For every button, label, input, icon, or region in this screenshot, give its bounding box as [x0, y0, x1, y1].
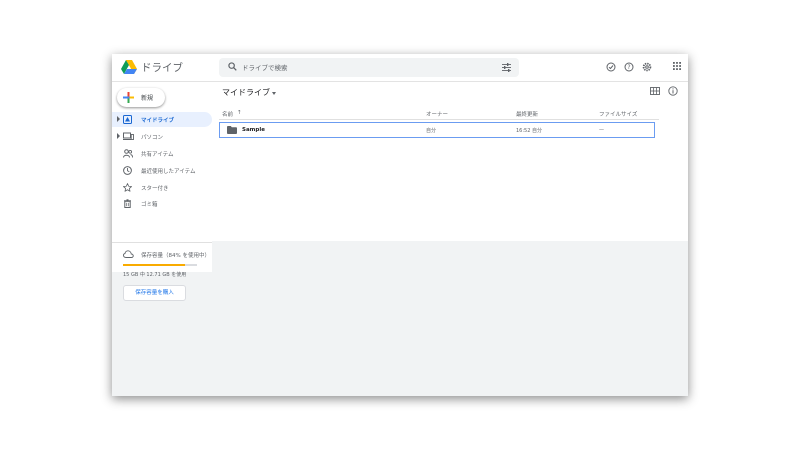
computer-icon [123, 132, 134, 140]
clock-icon [123, 166, 132, 175]
file-size: — [599, 126, 604, 133]
sort-arrow-icon[interactable]: ↑ [237, 110, 242, 116]
main-content: マイドライブ 名前 ↑ オーナー 最終更新 ファイルサイズ Sample 自分 … [219, 82, 688, 241]
drive-window: ドライブ ? [112, 54, 688, 396]
sidebar-item-label: マイドライブ [141, 118, 175, 124]
storage-usage-fill [123, 264, 186, 266]
search-input[interactable] [242, 60, 482, 75]
app-name[interactable]: ドライブ [141, 60, 183, 75]
sidebar-item-label: スター付き [141, 186, 169, 192]
sidebar-item-computers[interactable]: パソコン [112, 129, 212, 144]
chevron-down-icon[interactable] [272, 92, 276, 95]
shared-icon [123, 149, 133, 158]
sidebar-item-label: 最近使用したアイテム [141, 169, 196, 175]
buy-storage-button[interactable]: 保存容量を購入 [123, 285, 186, 301]
column-header-owner: オーナー [426, 112, 449, 118]
storage-usage-bar [123, 264, 197, 266]
page-title[interactable]: マイドライブ [222, 87, 270, 98]
sidebar-item-shared[interactable]: 共有アイテム [112, 146, 212, 161]
file-name[interactable]: Sample [242, 127, 265, 133]
sidebar-item-starred[interactable]: スター付き [112, 180, 212, 195]
top-bar: ドライブ ? [112, 54, 688, 82]
trash-icon [124, 199, 131, 208]
star-icon [123, 183, 132, 192]
sidebar-divider [112, 242, 212, 243]
file-owner: 自分 [426, 127, 437, 134]
sidebar-item-recent[interactable]: 最近使用したアイテム [112, 163, 212, 178]
gear-icon[interactable] [642, 62, 652, 72]
storage-detail: 15 GB 中 12.71 GB を使用 [123, 272, 187, 278]
sidebar-item-label: パソコン [141, 135, 164, 141]
apps-grid-icon[interactable] [673, 62, 681, 70]
header-divider [219, 119, 659, 120]
search-bar[interactable] [219, 58, 519, 77]
storage-label[interactable]: 保存容量（84% を使用中） [141, 251, 210, 259]
help-icon[interactable]: ? [624, 62, 634, 72]
drive-logo-icon[interactable] [121, 60, 137, 74]
sidebar-item-trash[interactable]: ゴミ箱 [112, 196, 212, 211]
cloud-icon [123, 250, 134, 258]
search-icon[interactable] [228, 62, 237, 71]
expand-caret-icon[interactable] [117, 133, 120, 139]
column-header-name[interactable]: 名前 [222, 110, 233, 118]
plus-icon [123, 92, 134, 103]
sidebar-item-label: ゴミ箱 [141, 202, 158, 208]
svg-text:?: ? [627, 64, 630, 71]
new-button[interactable]: 新規 [117, 88, 165, 107]
column-header-modified[interactable]: 最終更新 [516, 110, 538, 118]
my-drive-icon [123, 115, 132, 124]
table-row[interactable]: Sample 自分 16:52 自分 — [219, 122, 655, 138]
column-header-size[interactable]: ファイルサイズ [599, 110, 637, 118]
sidebar-item-my-drive[interactable]: マイドライブ [112, 112, 212, 127]
search-options-icon[interactable] [502, 63, 511, 72]
new-button-label: 新規 [141, 95, 154, 102]
sidebar-item-label: 共有アイテム [141, 152, 174, 158]
expand-caret-icon[interactable] [117, 116, 120, 122]
grid-view-icon[interactable] [650, 87, 660, 95]
file-modified: 16:52 自分 [516, 127, 542, 134]
sidebar: 新規 マイドライブ パソコン 共有アイテム 最近使用したアイテム スター付き ゴ… [112, 82, 212, 301]
folder-icon [227, 126, 237, 134]
offline-status-icon[interactable] [606, 62, 616, 72]
info-icon[interactable] [668, 86, 678, 96]
